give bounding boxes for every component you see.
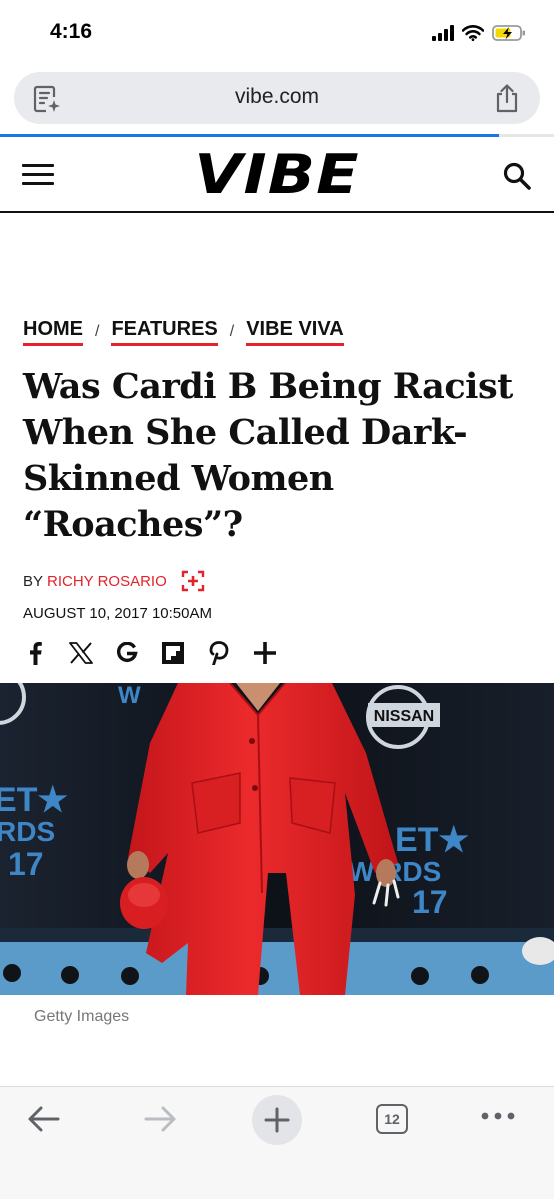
wifi-icon — [462, 25, 484, 41]
breadcrumb-home[interactable]: HOME — [23, 318, 83, 346]
more-menu-button[interactable] — [480, 1111, 516, 1121]
tab-switcher-button[interactable]: 12 — [376, 1104, 408, 1134]
x-icon[interactable] — [69, 640, 93, 666]
search-icon[interactable] — [502, 161, 532, 191]
back-button[interactable] — [24, 1101, 64, 1137]
svg-text:ET★: ET★ — [395, 821, 469, 859]
pinterest-icon[interactable] — [207, 640, 231, 666]
address-bar[interactable]: vibe.com — [14, 72, 540, 124]
image-credit: Getty Images — [34, 1008, 130, 1025]
more-dots-icon — [481, 1112, 515, 1120]
status-bar: 4:16 — [0, 0, 554, 70]
byline: BY RICHY ROSARIO — [23, 570, 205, 592]
status-icons — [432, 24, 526, 42]
browser-toolbar: 12 — [0, 1086, 554, 1199]
svg-text:NISSAN: NISSAN — [374, 708, 434, 725]
url-text[interactable]: vibe.com — [14, 85, 540, 109]
share-icon[interactable] — [494, 83, 520, 113]
share-bar — [23, 640, 277, 666]
site-header: VIBE — [0, 137, 554, 213]
cellular-signal-icon — [432, 25, 454, 41]
breadcrumb-features[interactable]: FEATURES — [111, 318, 218, 346]
article-hero-image[interactable]: NISSAN ET★ RDS 17 ET★ W RDS 17 W — [0, 683, 554, 995]
svg-text:ET★: ET★ — [0, 781, 68, 819]
svg-text:17: 17 — [412, 884, 448, 920]
breadcrumb: HOME / FEATURES / VIBE VIVA — [23, 318, 344, 346]
breadcrumb-separator: / — [95, 323, 100, 340]
plus-icon[interactable] — [253, 640, 277, 666]
author-link[interactable]: RICHY ROSARIO — [47, 573, 167, 590]
breadcrumb-separator: / — [229, 323, 235, 340]
forward-button[interactable] — [140, 1101, 180, 1137]
plus-icon — [264, 1107, 290, 1133]
flipboard-icon[interactable] — [161, 640, 185, 666]
svg-text:17: 17 — [8, 846, 44, 882]
follow-author-icon[interactable] — [181, 570, 205, 592]
tabs-count: 12 — [376, 1104, 408, 1134]
google-icon[interactable] — [115, 640, 139, 666]
breadcrumb-vibe-viva[interactable]: VIBE VIVA — [246, 318, 344, 346]
new-tab-button[interactable] — [252, 1095, 302, 1145]
forward-arrow-icon — [144, 1106, 176, 1132]
byline-prefix: BY — [23, 572, 44, 590]
back-arrow-icon — [28, 1106, 60, 1132]
red-carpet-photo: NISSAN ET★ RDS 17 ET★ W RDS 17 W — [0, 683, 554, 995]
svg-text:RDS: RDS — [0, 816, 55, 847]
facebook-icon[interactable] — [23, 640, 47, 666]
site-logo[interactable]: VIBE — [0, 143, 554, 206]
status-time: 4:16 — [50, 20, 93, 43]
article-headline: Was Cardi B Being Racist When She Called… — [23, 366, 513, 545]
svg-text:W: W — [118, 683, 141, 709]
publish-date: AUGUST 10, 2017 10:50AM — [23, 605, 212, 622]
battery-charging-icon — [492, 25, 525, 41]
